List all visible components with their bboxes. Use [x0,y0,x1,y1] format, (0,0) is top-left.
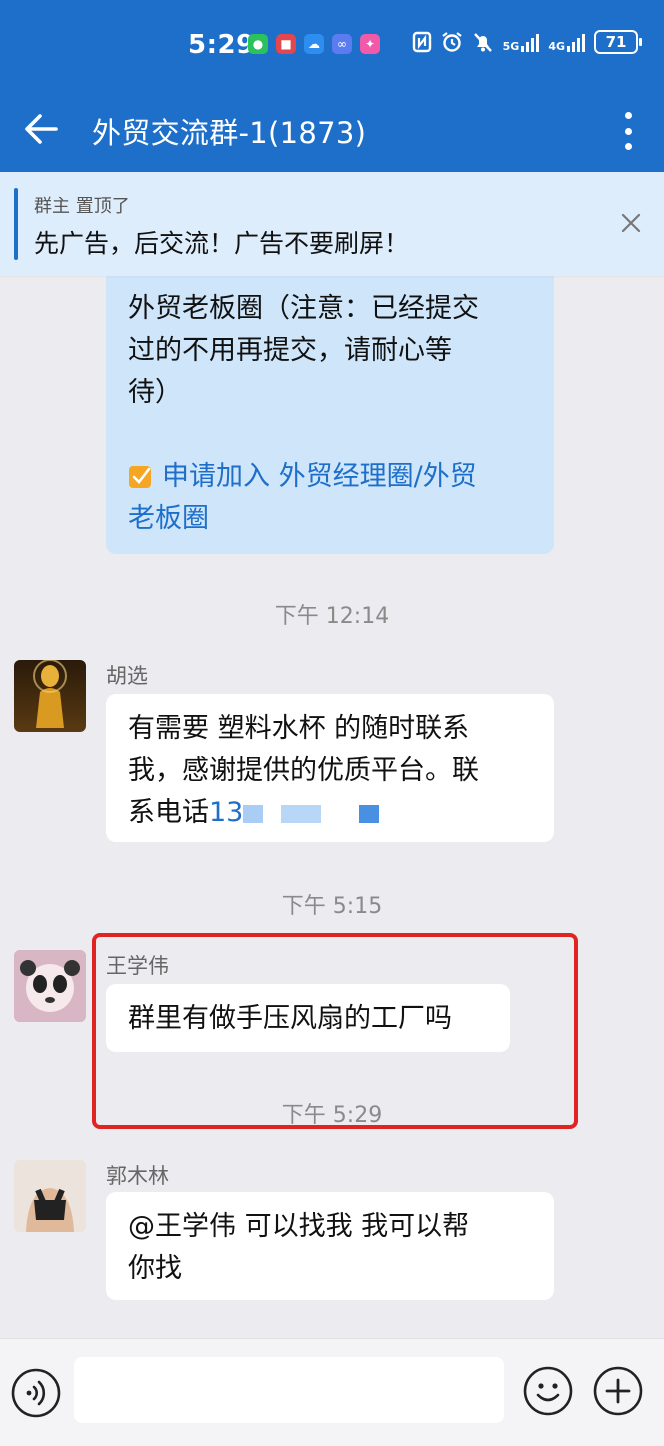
redacted-gap [263,805,281,823]
chat-area[interactable]: 外贸老板圈（注意：已经提交 过的不用再提交，请耐心等 待） 申请加入 外贸经理圈… [0,276,664,1338]
signal-bars-icon [521,32,540,52]
redacted-block [359,804,380,823]
signal-4g: 4G [548,32,585,52]
message-line: @王学伟 可以找我 我可以帮 [128,1211,470,1242]
timestamp: 下午 5:15 [281,894,383,919]
mute-icon [473,33,492,52]
back-arrow-icon [25,114,58,144]
system-icons: 5G 4G 71 [412,30,642,54]
dot [624,112,632,119]
avatar[interactable] [14,950,86,1022]
chat-title: 外贸交流群-1(1873) [92,116,367,150]
emoji-button[interactable] [522,1365,574,1417]
redacted-block [243,804,264,823]
sender-name: 胡选 [106,664,148,688]
avatar[interactable] [14,660,86,732]
emoji-icon [523,1366,573,1416]
pinned-message-bar[interactable]: 群主 置顶了 先广告，后交流！广告不要刷屏！ [0,172,664,276]
pinned-meta: 群主 置顶了 [34,196,130,217]
voice-icon [11,1368,61,1418]
message-line-with-phone: 系电话13 [128,792,532,834]
voice-button[interactable] [10,1367,62,1419]
net1-label: 5G [502,40,520,53]
avatar[interactable] [14,1160,86,1232]
back-button[interactable] [18,104,68,154]
alarm-icon [441,32,462,52]
more-button[interactable] [618,106,638,156]
buddha-avatar-icon [33,660,67,728]
net2-label: 4G [548,40,565,53]
wechat-icon: ● [248,34,268,54]
close-icon [621,213,641,233]
nav-bar: 外贸交流群-1(1873) [0,92,664,172]
more-actions-button[interactable] [592,1365,644,1417]
battery-icon: 71 [594,30,642,54]
announcement-line: 外贸老板圈（注意：已经提交 [128,293,479,324]
timestamp: 下午 12:14 [274,604,390,629]
status-bar: 5:29 ● ■ ☁ ∞ ✦ 5G 4G 71 [0,0,664,92]
message-line: 我，感谢提供的优质平台。联 [128,755,479,786]
close-pinned-button[interactable] [616,208,646,238]
sender-name: 郭木林 [106,1164,169,1188]
message-bubble[interactable]: @王学伟 可以找我 我可以帮 你找 [106,1192,554,1300]
apply-link-text[interactable]: 老板圈 [128,498,532,540]
phone-link[interactable]: 13 [209,797,243,828]
signal-5g: 5G [503,32,540,52]
announcement-line: 待） [128,377,182,408]
mail-app-icon: ■ [276,34,296,54]
dot [624,143,632,150]
message-line: 有需要 塑料水杯 的随时联系 [128,713,470,744]
dot [624,127,632,135]
announcement-line: 过的不用再提交，请耐心等 [128,335,452,366]
weather-app-icon: ☁ [304,34,324,54]
message-input[interactable] [74,1357,504,1423]
announcement-bubble[interactable]: 外贸老板圈（注意：已经提交 过的不用再提交，请耐心等 待） 申请加入 外贸经理圈… [106,276,554,554]
top-bar: 5:29 ● ■ ☁ ∞ ✦ 5G 4G 71 外贸交流群-1(1873) [0,0,664,172]
video-app-icon: ✦ [360,34,380,54]
signal-bars-icon [567,32,585,52]
redacted-gap [321,805,359,823]
pin-accent-line [14,188,18,260]
nfc-icon [412,31,431,53]
message-text: 系电话 [128,797,209,828]
apply-link-text[interactable]: 申请加入 外贸经理圈/外贸 [162,461,477,492]
status-time: 5:29 [188,30,255,60]
posture-brace-avatar-icon [14,1160,86,1232]
checkbox-icon [129,466,151,488]
pinned-text: 先广告，后交流！广告不要刷屏！ [34,229,410,258]
message-bubble[interactable]: 有需要 塑料水杯 的随时联系 我，感谢提供的优质平台。联 系电话13 [106,694,554,842]
message-line: 你找 [128,1253,182,1284]
panda-avatar-icon [14,950,86,1022]
notification-icons: ● ■ ☁ ∞ ✦ [248,34,380,54]
input-bar [0,1338,664,1446]
apply-link[interactable]: 申请加入 外贸经理圈/外贸 [128,456,532,498]
highlight-box [92,933,578,1129]
redacted-block [281,804,322,823]
plus-icon [593,1366,643,1416]
cloud-app-icon: ∞ [332,34,352,54]
